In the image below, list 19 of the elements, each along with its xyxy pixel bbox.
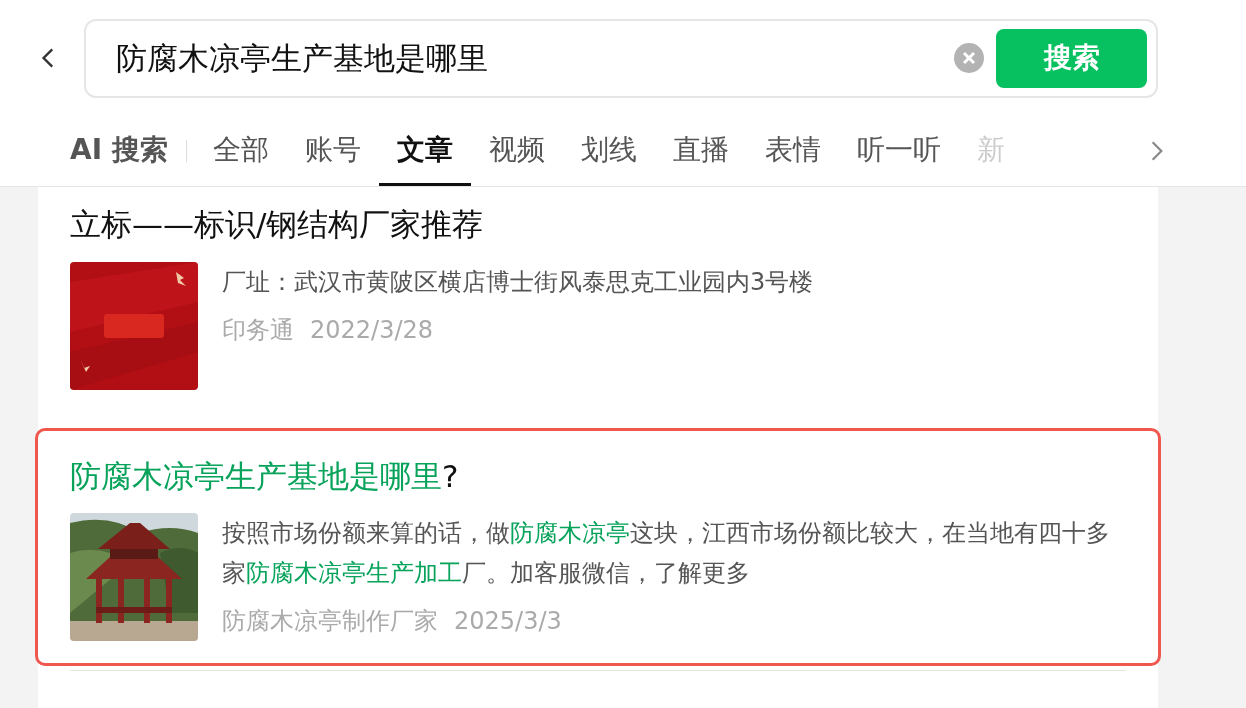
highlighted-result-card[interactable]: 防腐木凉亭生产基地是哪里? 按照市场份额来算的话，做防腐木凉亭这块，江西市场份额比较大，在当地有四十多家防腐木凉亭生产加工厂。加客服微信，了解更多 防腐木凉亭制作厂家 2025/3/3 xyxy=(35,427,1161,666)
tab[interactable]: 视频 xyxy=(470,116,563,186)
result-card[interactable]: 立标——标识/钢结构厂家推荐 厂址：武汉市黄陂区横店博士街风泰思克工业园内3号楼 印务通 2022/3/28 xyxy=(38,201,1158,418)
article-snippet: 按照市场份额来算的话，做防腐木凉亭这块，江西市场份额比较大，在当地有四十多家防腐木凉亭生产加工厂。加客服微信，了解更多 xyxy=(222,518,1111,589)
article-title: 立标——标识/钢结构厂家推荐 xyxy=(70,205,485,244)
tab[interactable]: 全部 xyxy=(194,116,287,186)
clear-icon[interactable] xyxy=(954,43,984,73)
article-snippet: 厂址：武汉市黄陂区横店博士街风泰思克工业园内3号楼 xyxy=(222,266,815,298)
tab[interactable]: 划线 xyxy=(562,116,655,186)
tab[interactable]: 听一听 xyxy=(838,116,959,186)
tab[interactable]: 表情 xyxy=(746,116,839,186)
article-title: 防腐木凉亭生产基地是哪里? xyxy=(70,456,460,496)
article-date: 2022/3/28 xyxy=(310,314,434,346)
tab[interactable]: AI 搜索 xyxy=(70,116,186,186)
tab[interactable]: 账号 xyxy=(286,116,379,186)
search-query: 防腐木凉亭生产基地是哪里 xyxy=(116,38,489,78)
article-date: 2025/3/3 xyxy=(454,606,562,637)
search-field[interactable]: 防腐木凉亭生产基地是哪里 搜索 xyxy=(84,18,1158,98)
tab[interactable]: 直播 xyxy=(654,116,747,186)
